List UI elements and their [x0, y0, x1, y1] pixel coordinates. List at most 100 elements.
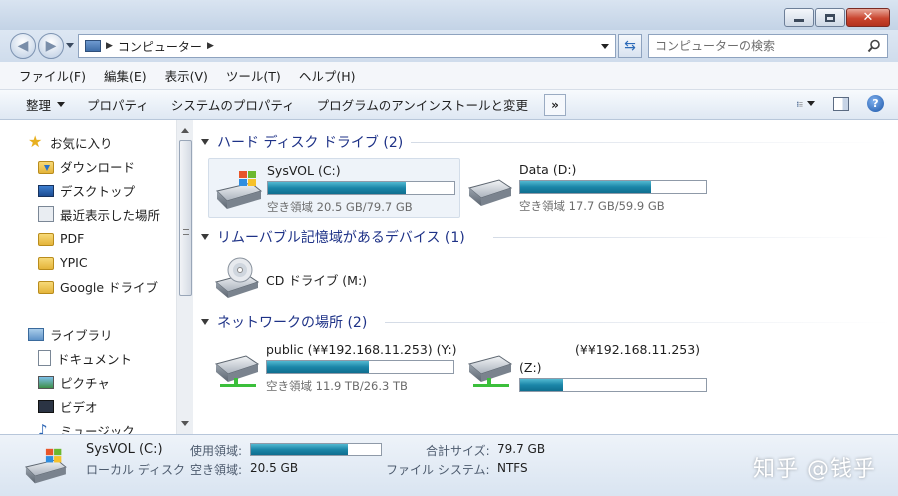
nav-item-recent-places[interactable]: 最近表示した場所	[38, 203, 160, 225]
menu-edit[interactable]: 編集(E)	[95, 66, 156, 85]
help-button[interactable]: ?	[867, 95, 884, 112]
system-properties-label: システムのプロパティ	[170, 98, 295, 113]
nav-item-label: ミュージック	[60, 423, 135, 435]
scroll-thumb[interactable]	[179, 140, 192, 296]
drive-c-usage-bar	[267, 181, 455, 195]
nav-item-ypic[interactable]: YPIC	[38, 251, 88, 273]
nav-item-pdf[interactable]: PDF	[38, 227, 84, 249]
windows-drive-icon	[25, 448, 67, 484]
preview-pane-button[interactable]	[833, 96, 849, 111]
desktop-icon	[38, 185, 54, 197]
search-input[interactable]	[655, 39, 860, 53]
drive-y-name: public (¥¥192.168.11.253) (Y:)	[266, 342, 457, 357]
history-dropdown-icon[interactable]	[66, 43, 74, 48]
chevron-down-icon	[807, 101, 815, 106]
nav-item-documents[interactable]: ドキュメント	[38, 347, 132, 369]
back-button[interactable]: ◀	[10, 33, 36, 59]
properties-button[interactable]: プロパティ	[77, 95, 161, 114]
nav-item-desktop[interactable]: デスクトップ	[38, 179, 135, 201]
minimize-button[interactable]	[784, 8, 814, 27]
nav-item-google-drive[interactable]: Google ドライブ	[38, 275, 158, 297]
maximize-icon	[825, 13, 835, 22]
group-header-removable[interactable]: リムーバブル記憶域があるデバイス (1)	[201, 227, 465, 247]
video-icon	[38, 399, 54, 413]
change-view-button[interactable]	[797, 96, 815, 112]
address-row: ◀ ▶ ▶ コンピューター ▶ ⇆	[0, 30, 898, 62]
drive-d-tile[interactable]: Data (D:) 空き領域 17.7 GB/59.9 GB	[465, 158, 717, 218]
details-fs-value: NTFS	[497, 461, 528, 475]
drive-cd-tile[interactable]: CD ドライブ (M:)	[208, 250, 460, 302]
uninstall-program-button[interactable]: プログラムのアンインストールと変更	[307, 95, 540, 114]
drive-z-name-top: (¥¥192.168.11.253)	[575, 342, 701, 357]
breadcrumb-computer[interactable]: コンピューター	[118, 38, 202, 55]
nav-libraries[interactable]: ライブラリ	[28, 323, 113, 345]
hard-drive-icon	[467, 179, 513, 206]
drive-d-usage-bar	[519, 180, 707, 194]
view-controls: ?	[797, 95, 884, 112]
nav-item-label: ピクチャ	[60, 375, 110, 391]
maximize-button[interactable]	[815, 8, 845, 27]
drive-c-tile[interactable]: SysVOL (C:) 空き領域 20.5 GB/79.7 GB	[208, 158, 460, 218]
folder-icon	[38, 232, 54, 246]
forward-button[interactable]: ▶	[38, 33, 64, 59]
more-commands-button[interactable]: »	[544, 93, 567, 116]
address-bar[interactable]: ▶ コンピューター ▶	[78, 34, 616, 58]
group-hdd-label: ハード ディスク ドライブ (2)	[217, 135, 404, 151]
menu-view[interactable]: 表示(V)	[156, 66, 217, 85]
close-button[interactable]: ✕	[846, 8, 890, 27]
nav-item-label: YPIC	[60, 254, 88, 270]
details-pane: SysVOL (C:) ローカル ディスク 使用領域: 空き領域: 20.5 G…	[0, 434, 898, 496]
close-icon: ✕	[862, 10, 874, 25]
nav-item-label: PDF	[60, 230, 85, 246]
group-divider	[411, 142, 891, 143]
nav-item-videos[interactable]: ビデオ	[38, 395, 98, 417]
nav-item-pictures[interactable]: ピクチャ	[38, 371, 110, 393]
menu-file[interactable]: ファイル(F)	[10, 66, 95, 85]
nav-item-music[interactable]: ♪ ミュージック	[38, 419, 135, 434]
details-fs-label: ファイル システム:	[386, 463, 490, 477]
forward-arrow-icon: ▶	[45, 38, 57, 54]
menu-help[interactable]: ヘルプ(H)	[290, 66, 365, 85]
picture-icon	[38, 375, 54, 389]
navigation-pane: ★ お気に入り ダウンロード デスクトップ 最近表示した場所 PDF YPIC …	[0, 120, 176, 434]
menu-tools[interactable]: ツール(T)	[217, 66, 290, 85]
nav-favorites[interactable]: ★ お気に入り	[28, 131, 113, 153]
scroll-up-icon[interactable]	[181, 128, 189, 133]
nav-item-downloads[interactable]: ダウンロード	[38, 155, 135, 177]
title-bar: ✕	[0, 0, 898, 30]
drive-z-name-bottom: (Z:)	[519, 360, 542, 375]
windows-drive-icon	[216, 171, 263, 209]
grip-icon	[183, 229, 189, 235]
search-box[interactable]	[648, 34, 888, 58]
network-drive-icon	[214, 355, 260, 387]
drive-c-free-space: 空き領域 20.5 GB/79.7 GB	[267, 200, 413, 214]
breadcrumb-separator-icon[interactable]: ▶	[106, 41, 113, 51]
collapse-icon	[201, 319, 209, 325]
address-dropdown-icon[interactable]	[601, 44, 609, 49]
group-header-network[interactable]: ネットワークの場所 (2)	[201, 312, 367, 332]
system-properties-button[interactable]: システムのプロパティ	[161, 95, 307, 114]
refresh-icon: ⇆	[624, 38, 636, 54]
view-list-icon	[797, 101, 803, 107]
document-icon	[38, 350, 51, 366]
minimize-icon	[794, 19, 804, 22]
navigation-scrollbar[interactable]	[176, 120, 193, 434]
organize-button[interactable]: 整理	[16, 95, 77, 114]
star-icon: ★	[28, 132, 43, 151]
folder-icon	[38, 256, 54, 270]
scroll-down-icon[interactable]	[181, 421, 189, 426]
back-arrow-icon: ◀	[17, 38, 29, 54]
drive-z-tile[interactable]: (¥¥192.168.11.253) (Z:)	[465, 338, 717, 398]
computer-icon	[85, 40, 101, 52]
refresh-button[interactable]: ⇆	[618, 34, 642, 58]
drive-d-usage-fill	[520, 181, 651, 193]
breadcrumb-separator-icon[interactable]: ▶	[207, 41, 214, 51]
drive-y-tile[interactable]: public (¥¥192.168.11.253) (Y:) 空き領域 11.9…	[208, 338, 460, 398]
content-area: ハード ディスク ドライブ (2) SysVOL (C:) 空き領域 20.5 …	[193, 120, 898, 434]
group-header-hdd[interactable]: ハード ディスク ドライブ (2)	[201, 132, 403, 152]
properties-label: プロパティ	[87, 98, 149, 113]
cd-drive-icon	[214, 257, 260, 298]
group-network-label: ネットワークの場所 (2)	[217, 315, 368, 331]
search-icon[interactable]	[867, 39, 881, 53]
downloads-folder-icon	[38, 160, 54, 174]
